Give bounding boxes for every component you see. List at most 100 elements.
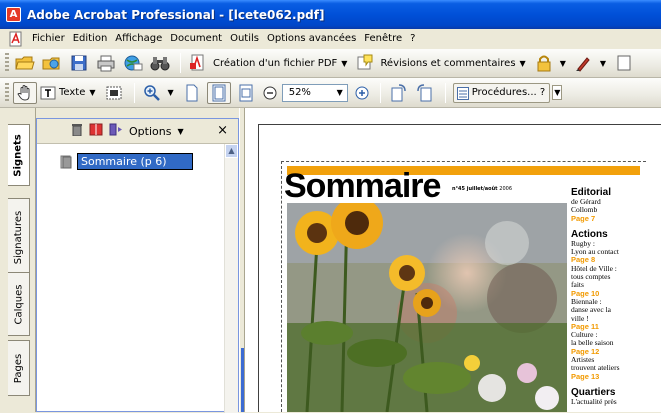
bookmark-item[interactable]: Sommaire (p 6) xyxy=(59,153,193,170)
menu-fichier[interactable]: Fichier xyxy=(28,29,69,49)
create-pdf-icon-button[interactable] xyxy=(186,52,210,74)
text-tool-label[interactable]: Texte xyxy=(59,87,85,98)
camera-icon xyxy=(106,86,122,99)
menu-edition[interactable]: Edition xyxy=(69,29,112,49)
bookmarks-panel-toolbar: Options ▼ × xyxy=(37,119,238,144)
sign-dropdown[interactable]: ▼ xyxy=(600,59,606,68)
new-bookmark-button[interactable] xyxy=(89,123,103,139)
zoom-in-button[interactable] xyxy=(352,82,372,104)
procedures-label: Procédures... xyxy=(471,86,537,98)
menu-outils[interactable]: Outils xyxy=(226,29,263,49)
save-button[interactable] xyxy=(67,52,91,74)
email-globe-icon xyxy=(124,55,143,71)
zoom-in-tool-button[interactable] xyxy=(140,82,164,104)
expand-bookmark-icon xyxy=(109,123,122,136)
rotate-counterclockwise-button[interactable] xyxy=(413,82,437,104)
toolbar-separator xyxy=(133,82,135,103)
navigation-tab-strip: Signets Signatures Calques Pages xyxy=(0,108,36,412)
tab-signatures-label: Signatures xyxy=(13,210,25,264)
close-panel-button[interactable]: × xyxy=(217,123,228,138)
document-menu-icon[interactable] xyxy=(8,31,24,47)
select-text-tool-icon-button[interactable] xyxy=(40,82,56,104)
rotate-page-icon xyxy=(391,83,406,101)
menu-fenetre[interactable]: Fenêtre xyxy=(360,29,406,49)
toc-line: tous comptes xyxy=(571,272,611,282)
fit-page-button[interactable] xyxy=(206,81,231,104)
pen-icon xyxy=(575,57,590,72)
minus-circle-icon xyxy=(263,86,277,99)
sunflower-photo-illustration xyxy=(287,203,567,412)
toolbar-separator xyxy=(379,82,381,103)
scroll-up-button[interactable]: ▲ xyxy=(225,144,238,158)
secure-dropdown[interactable]: ▼ xyxy=(560,59,566,68)
create-pdf-icon xyxy=(190,54,204,71)
snapshot-tool-button[interactable] xyxy=(102,82,126,104)
form-icon xyxy=(617,55,631,71)
rotate-view-button[interactable] xyxy=(386,82,410,104)
splitter-handle[interactable] xyxy=(241,348,244,412)
file-toolbar: Création d'un fichier PDF ▼ Révisions et… xyxy=(0,49,661,78)
zoom-level-dropdown-arrow[interactable]: ▼ xyxy=(333,85,347,101)
actual-size-icon xyxy=(186,84,198,101)
text-tool-dropdown[interactable]: ▼ xyxy=(89,88,95,97)
tab-calques-label: Calques xyxy=(13,284,24,324)
bookmarks-tree: Sommaire (p 6) ▲ xyxy=(37,144,238,413)
print-button[interactable] xyxy=(94,52,118,74)
text-cursor-icon xyxy=(40,86,56,99)
delete-bookmark-button[interactable] xyxy=(71,123,83,139)
create-pdf-dropdown[interactable]: ▼ xyxy=(341,59,347,68)
review-comment-icon xyxy=(357,54,373,70)
fit-width-button[interactable] xyxy=(234,82,258,104)
create-pdf-label[interactable]: Création d'un fichier PDF xyxy=(213,58,337,69)
menu-affichage[interactable]: Affichage xyxy=(111,29,166,49)
fit-width-icon xyxy=(239,84,253,101)
menu-document[interactable]: Document xyxy=(166,29,226,49)
actual-size-button[interactable] xyxy=(180,82,204,104)
toc-page-ref[interactable]: Page 13 xyxy=(571,372,661,381)
expand-bookmark-button[interactable] xyxy=(109,123,123,139)
review-dropdown[interactable]: ▼ xyxy=(520,59,526,68)
zoom-level-select[interactable]: 52% ▼ xyxy=(281,83,348,102)
bookmark-label[interactable]: Sommaire (p 6) xyxy=(77,153,193,170)
search-button[interactable] xyxy=(148,52,172,74)
title-bar: A Adobe Acrobat Professional - [lcete062… xyxy=(0,0,661,29)
organizer-icon xyxy=(42,57,60,70)
binoculars-icon xyxy=(150,57,170,71)
zoom-tool-dropdown[interactable]: ▼ xyxy=(168,88,174,97)
rotate-left-icon xyxy=(416,83,432,101)
acrobat-app-icon[interactable]: A xyxy=(6,7,21,22)
menu-help[interactable]: ? xyxy=(406,29,419,49)
toolbar-grip[interactable] xyxy=(5,82,9,103)
menu-options-avancees[interactable]: Options avancées xyxy=(263,29,360,49)
email-button[interactable] xyxy=(121,52,145,74)
review-label[interactable]: Révisions et commentaires xyxy=(380,58,515,69)
issue-year: 2006 xyxy=(499,186,513,192)
bookmarks-panel: Options ▼ × Sommaire (p 6) ▲ xyxy=(36,118,239,413)
toc-page-ref[interactable]: Page 7 xyxy=(571,214,661,223)
trash-icon xyxy=(72,124,82,137)
procedures-button[interactable]: Procédures... ? xyxy=(452,82,551,103)
plus-circle-icon xyxy=(355,86,369,99)
bookmarks-scrollbar[interactable]: ▲ xyxy=(224,144,238,413)
zoom-out-button[interactable] xyxy=(261,82,279,104)
open-folder-icon xyxy=(15,56,35,70)
sign-button[interactable] xyxy=(572,52,596,74)
toolbar-grip[interactable] xyxy=(5,53,9,73)
procedures-dropdown[interactable]: ▼ xyxy=(552,85,563,100)
options-menu-label[interactable]: Options xyxy=(129,125,171,138)
organizer-button[interactable] xyxy=(40,52,64,74)
review-icon-button[interactable] xyxy=(353,52,377,74)
options-dropdown-icon[interactable]: ▼ xyxy=(177,127,183,136)
procedures-help: ? xyxy=(539,86,546,98)
save-disk-icon xyxy=(71,55,87,71)
forms-button[interactable] xyxy=(612,52,636,74)
tab-pages[interactable]: Pages xyxy=(8,340,30,396)
tab-pages-label: Pages xyxy=(13,353,25,383)
open-button[interactable] xyxy=(13,52,37,74)
hand-tool-button[interactable] xyxy=(13,81,37,104)
tab-signets[interactable]: Signets xyxy=(8,124,30,186)
secure-button[interactable] xyxy=(532,52,556,74)
tab-calques[interactable]: Calques xyxy=(8,272,30,336)
issue-number: n°45 juillet/août xyxy=(452,186,498,192)
tab-signatures[interactable]: Signatures xyxy=(8,198,30,276)
